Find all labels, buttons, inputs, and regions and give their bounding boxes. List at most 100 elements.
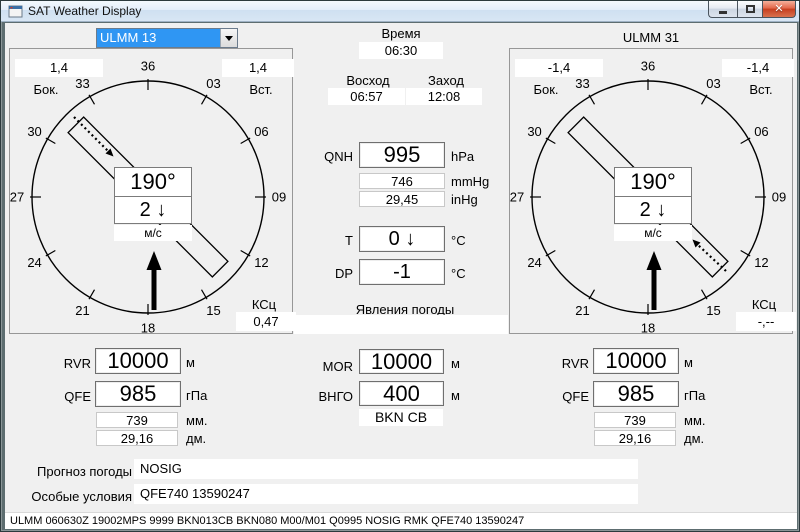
friction-coefficient-label: КСц — [234, 297, 294, 312]
compass-heading-label: 27 — [10, 190, 24, 205]
cloud-type-value[interactable]: BKN CB — [359, 409, 443, 426]
qnh-hpa-value[interactable]: 995 — [359, 142, 445, 168]
crosswind-value: 1,4 — [15, 59, 103, 77]
headwind-label: Вст. — [728, 82, 794, 97]
special-conditions-label: Особые условия — [20, 489, 132, 504]
mor-value[interactable]: 10000 — [359, 349, 444, 374]
crosswind-label: Бок. — [15, 82, 77, 97]
wind-speed-unit: м/с — [614, 225, 692, 241]
qfe-in-value[interactable]: 29,16 — [594, 430, 676, 446]
wind-direction-value: 190° — [615, 168, 691, 196]
temperature-label: T — [283, 233, 353, 248]
close-button[interactable]: ✕ — [763, 1, 796, 18]
compass-panel-right: 360306091215182124273033 -1,4 Бок. -1,4 … — [509, 48, 793, 334]
headwind-value: -1,4 — [722, 59, 794, 77]
sunrise-value[interactable]: 06:57 — [328, 88, 405, 105]
compass-heading-label: 15 — [706, 303, 720, 318]
qnh-label: QNH — [283, 149, 353, 164]
compass-panel-left: 360306091215182124273033 1,4 Бок. 1,4 Вс… — [9, 48, 293, 334]
compass-heading-label: 09 — [772, 190, 786, 205]
qfe-mm-unit: мм. — [684, 413, 706, 428]
phenomena-value[interactable] — [294, 315, 508, 334]
forecast-value[interactable]: NOSIG — [134, 459, 638, 479]
close-icon: ✕ — [774, 2, 783, 17]
compass-heading-label: 33 — [575, 76, 589, 91]
client-area: ULMM 13 ULMM 31 36 03 06 09 12 15 18 21 24 27 30 33… — [5, 23, 797, 529]
crosswind-value: -1,4 — [515, 59, 603, 77]
wind-direction-box: 190° 2 ↓ — [114, 167, 192, 224]
headwind-value: 1,4 — [222, 59, 294, 77]
dewpoint-label: DP — [283, 266, 353, 281]
compass-heading-label: 24 — [27, 255, 41, 270]
qfe-label: QFE — [23, 389, 91, 404]
runway-selector-value: ULMM 13 — [97, 29, 220, 47]
minimize-button[interactable] — [708, 1, 737, 18]
wind-arrow-head — [647, 251, 662, 270]
qfe-mm-value[interactable]: 739 — [96, 412, 178, 428]
dewpoint-value[interactable]: -1 — [359, 259, 445, 285]
compass-heading-label: 06 — [754, 124, 768, 139]
titlebar[interactable]: SAT Weather Display ✕ — [1, 1, 799, 22]
app-window: SAT Weather Display ✕ ULMM 13 ULMM 31 36… — [0, 0, 800, 532]
compass-heading-label: 18 — [641, 321, 655, 334]
compass-heading-label: 36 — [141, 59, 155, 74]
wind-direction-box: 190° 2 ↓ — [614, 167, 692, 224]
compass-heading-label: 12 — [754, 255, 768, 270]
temperature-unit: °C — [451, 233, 466, 248]
compass-heading-label: 21 — [575, 303, 589, 318]
chevron-down-icon — [225, 36, 233, 41]
qfe-in-value[interactable]: 29,16 — [96, 430, 178, 446]
wind-arrow-head — [147, 251, 162, 270]
qfe-label: QFE — [521, 389, 589, 404]
friction-coefficient-value: 0,47 — [236, 312, 296, 331]
compass-heading-label: 30 — [27, 124, 41, 139]
cloud-base-label: ВНГО — [283, 389, 353, 404]
qnh-mmhg-value[interactable]: 746 — [359, 173, 445, 189]
wind-direction-value: 190° — [115, 168, 191, 196]
headwind-label: Вст. — [228, 82, 294, 97]
compass-heading-label: 21 — [75, 303, 89, 318]
qfe-mm-value[interactable]: 739 — [594, 412, 676, 428]
compass-heading-label: 09 — [272, 190, 286, 205]
wind-speed-unit: м/с — [114, 225, 192, 241]
cloud-base-value[interactable]: 400 — [359, 381, 444, 406]
time-value[interactable]: 06:30 — [359, 42, 443, 59]
qfe-value[interactable]: 985 — [95, 381, 181, 407]
compass-heading-label: 03 — [706, 76, 720, 91]
rvr-value[interactable]: 10000 — [95, 348, 181, 374]
minimize-icon — [719, 11, 727, 14]
wind-speed-value: 2 ↓ — [615, 196, 691, 223]
special-conditions-value[interactable]: QFE740 13590247 — [134, 484, 638, 504]
rvr-label: RVR — [23, 356, 91, 371]
compass-heading-label: 18 — [141, 321, 155, 334]
time-label: Время — [331, 26, 471, 41]
rvr-unit: м — [684, 355, 693, 370]
rvr-label: RVR — [521, 356, 589, 371]
right-runway-title: ULMM 31 — [541, 30, 761, 45]
qfe-unit: гПа — [186, 388, 207, 403]
friction-coefficient-label: КСц — [734, 297, 794, 312]
qfe-unit: гПа — [684, 388, 705, 403]
caption-buttons: ✕ — [708, 1, 796, 18]
rvr-unit: м — [186, 355, 195, 370]
qnh-mmhg-unit: mmHg — [451, 174, 489, 189]
combo-dropdown-button[interactable] — [220, 29, 237, 47]
window-title: SAT Weather Display — [28, 4, 141, 18]
compass-heading-label: 15 — [206, 303, 220, 318]
qnh-inhg-value[interactable]: 29,45 — [359, 191, 445, 207]
qfe-mm-unit: мм. — [186, 413, 208, 428]
sunset-value[interactable]: 12:08 — [406, 88, 482, 105]
qnh-inhg-unit: inHg — [451, 192, 478, 207]
rvr-value[interactable]: 10000 — [593, 348, 679, 374]
qfe-in-unit: дм. — [684, 431, 704, 446]
dewpoint-unit: °C — [451, 266, 466, 281]
qfe-value[interactable]: 985 — [593, 381, 679, 407]
runway-selector[interactable]: ULMM 13 — [96, 28, 238, 48]
compass-heading-label: 03 — [206, 76, 220, 91]
friction-coefficient-value: -,-- — [736, 312, 796, 331]
temperature-value[interactable]: 0 ↓ — [359, 226, 445, 252]
mor-unit: м — [451, 356, 460, 371]
crosswind-label: Бок. — [515, 82, 577, 97]
compass-heading-label: 30 — [527, 124, 541, 139]
maximize-button[interactable] — [737, 1, 763, 18]
